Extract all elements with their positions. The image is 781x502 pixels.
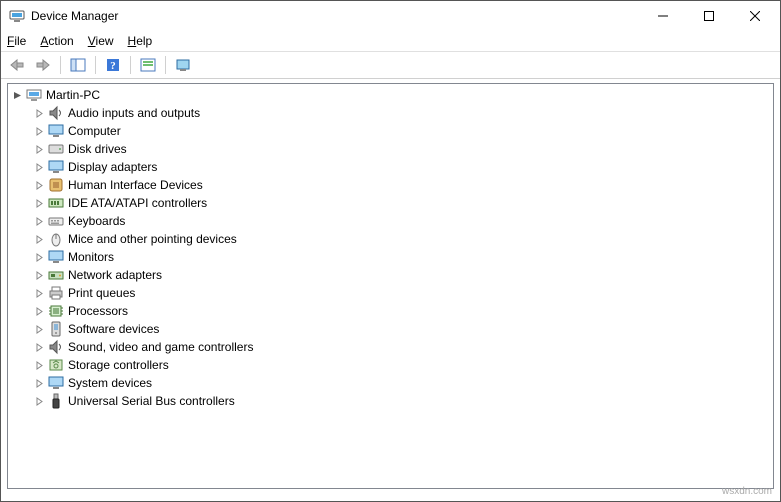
- monitor-icon: [48, 123, 64, 139]
- tree-item[interactable]: Universal Serial Bus controllers: [8, 392, 773, 410]
- window-controls: [640, 1, 778, 31]
- expand-icon[interactable]: [32, 106, 46, 120]
- tree-item[interactable]: Processors: [8, 302, 773, 320]
- expand-icon[interactable]: [32, 178, 46, 192]
- expand-icon[interactable]: [10, 88, 24, 102]
- toolbar: ?: [1, 51, 780, 79]
- tree-item-label: Display adapters: [68, 160, 157, 174]
- expand-icon[interactable]: [32, 268, 46, 282]
- mouse-icon: [48, 231, 64, 247]
- tree-item-label: Print queues: [68, 286, 135, 300]
- tree-item[interactable]: Software devices: [8, 320, 773, 338]
- tree-item-label: Processors: [68, 304, 128, 318]
- monitor-icon: [48, 249, 64, 265]
- tree-item[interactable]: System devices: [8, 374, 773, 392]
- tree-item[interactable]: Monitors: [8, 248, 773, 266]
- tree-item[interactable]: IDE ATA/ATAPI controllers: [8, 194, 773, 212]
- expand-icon[interactable]: [32, 214, 46, 228]
- device-tree[interactable]: Martin-PC Audio inputs and outputs Comput…: [7, 83, 774, 489]
- svg-text:?: ?: [110, 60, 116, 72]
- tree-item[interactable]: Human Interface Devices: [8, 176, 773, 194]
- expand-icon[interactable]: [32, 340, 46, 354]
- titlebar: Device Manager: [1, 1, 780, 31]
- hid-icon: [48, 177, 64, 193]
- tree-item[interactable]: Storage controllers: [8, 356, 773, 374]
- monitor-icon: [48, 159, 64, 175]
- tree-root-label: Martin-PC: [46, 88, 100, 102]
- tree-item[interactable]: Audio inputs and outputs: [8, 104, 773, 122]
- close-button[interactable]: [732, 1, 778, 31]
- tree-item-label: Human Interface Devices: [68, 178, 203, 192]
- expand-icon[interactable]: [32, 358, 46, 372]
- toolbar-separator: [165, 56, 166, 74]
- expand-icon[interactable]: [32, 322, 46, 336]
- monitor-icon: [48, 375, 64, 391]
- properties-button[interactable]: [171, 54, 195, 76]
- expand-icon[interactable]: [32, 232, 46, 246]
- toolbar-separator: [130, 56, 131, 74]
- storage-icon: [48, 357, 64, 373]
- tree-item-label: System devices: [68, 376, 152, 390]
- maximize-button[interactable]: [686, 1, 732, 31]
- tree-item-label: Computer: [68, 124, 121, 138]
- menu-help[interactable]: Help: [128, 34, 153, 48]
- forward-button[interactable]: [31, 54, 55, 76]
- expand-icon[interactable]: [32, 250, 46, 264]
- speaker-icon: [48, 339, 64, 355]
- network-icon: [48, 267, 64, 283]
- usb-icon: [48, 393, 64, 409]
- menu-action[interactable]: Action: [40, 34, 73, 48]
- expand-icon[interactable]: [32, 376, 46, 390]
- window-title: Device Manager: [31, 9, 640, 23]
- tree-item-label: Network adapters: [68, 268, 162, 282]
- minimize-button[interactable]: [640, 1, 686, 31]
- software-icon: [48, 321, 64, 337]
- computer-icon: [26, 87, 42, 103]
- tree-item-label: Storage controllers: [68, 358, 169, 372]
- tree-item[interactable]: Print queues: [8, 284, 773, 302]
- tree-item-label: Monitors: [68, 250, 114, 264]
- tree-item-label: IDE ATA/ATAPI controllers: [68, 196, 207, 210]
- expand-icon[interactable]: [32, 394, 46, 408]
- tree-item-label: Disk drives: [68, 142, 127, 156]
- device-manager-icon: [9, 8, 25, 24]
- tree-item[interactable]: Mice and other pointing devices: [8, 230, 773, 248]
- tree-item-label: Audio inputs and outputs: [68, 106, 200, 120]
- tree-item[interactable]: Computer: [8, 122, 773, 140]
- tree-root[interactable]: Martin-PC: [8, 86, 773, 104]
- tree-item-label: Keyboards: [68, 214, 125, 228]
- scan-hardware-button[interactable]: [136, 54, 160, 76]
- tree-item[interactable]: Sound, video and game controllers: [8, 338, 773, 356]
- back-button[interactable]: [5, 54, 29, 76]
- tree-item-label: Mice and other pointing devices: [68, 232, 237, 246]
- tree-item[interactable]: Network adapters: [8, 266, 773, 284]
- cpu-icon: [48, 303, 64, 319]
- disk-icon: [48, 141, 64, 157]
- tree-item-label: Universal Serial Bus controllers: [68, 394, 235, 408]
- menu-view[interactable]: View: [88, 34, 114, 48]
- tree-item[interactable]: Keyboards: [8, 212, 773, 230]
- printer-icon: [48, 285, 64, 301]
- tree-item-label: Software devices: [68, 322, 159, 336]
- expand-icon[interactable]: [32, 286, 46, 300]
- tree-item-label: Sound, video and game controllers: [68, 340, 253, 354]
- keyboard-icon: [48, 213, 64, 229]
- menubar: File Action View Help: [1, 31, 780, 51]
- help-button[interactable]: ?: [101, 54, 125, 76]
- expand-icon[interactable]: [32, 196, 46, 210]
- show-hide-tree-button[interactable]: [66, 54, 90, 76]
- tree-item[interactable]: Disk drives: [8, 140, 773, 158]
- expand-icon[interactable]: [32, 124, 46, 138]
- toolbar-separator: [60, 56, 61, 74]
- ide-icon: [48, 195, 64, 211]
- menu-file[interactable]: File: [7, 34, 26, 48]
- expand-icon[interactable]: [32, 304, 46, 318]
- expand-icon[interactable]: [32, 142, 46, 156]
- expand-icon[interactable]: [32, 160, 46, 174]
- tree-item[interactable]: Display adapters: [8, 158, 773, 176]
- toolbar-separator: [95, 56, 96, 74]
- watermark: wsxdn.com: [722, 486, 772, 497]
- speaker-icon: [48, 105, 64, 121]
